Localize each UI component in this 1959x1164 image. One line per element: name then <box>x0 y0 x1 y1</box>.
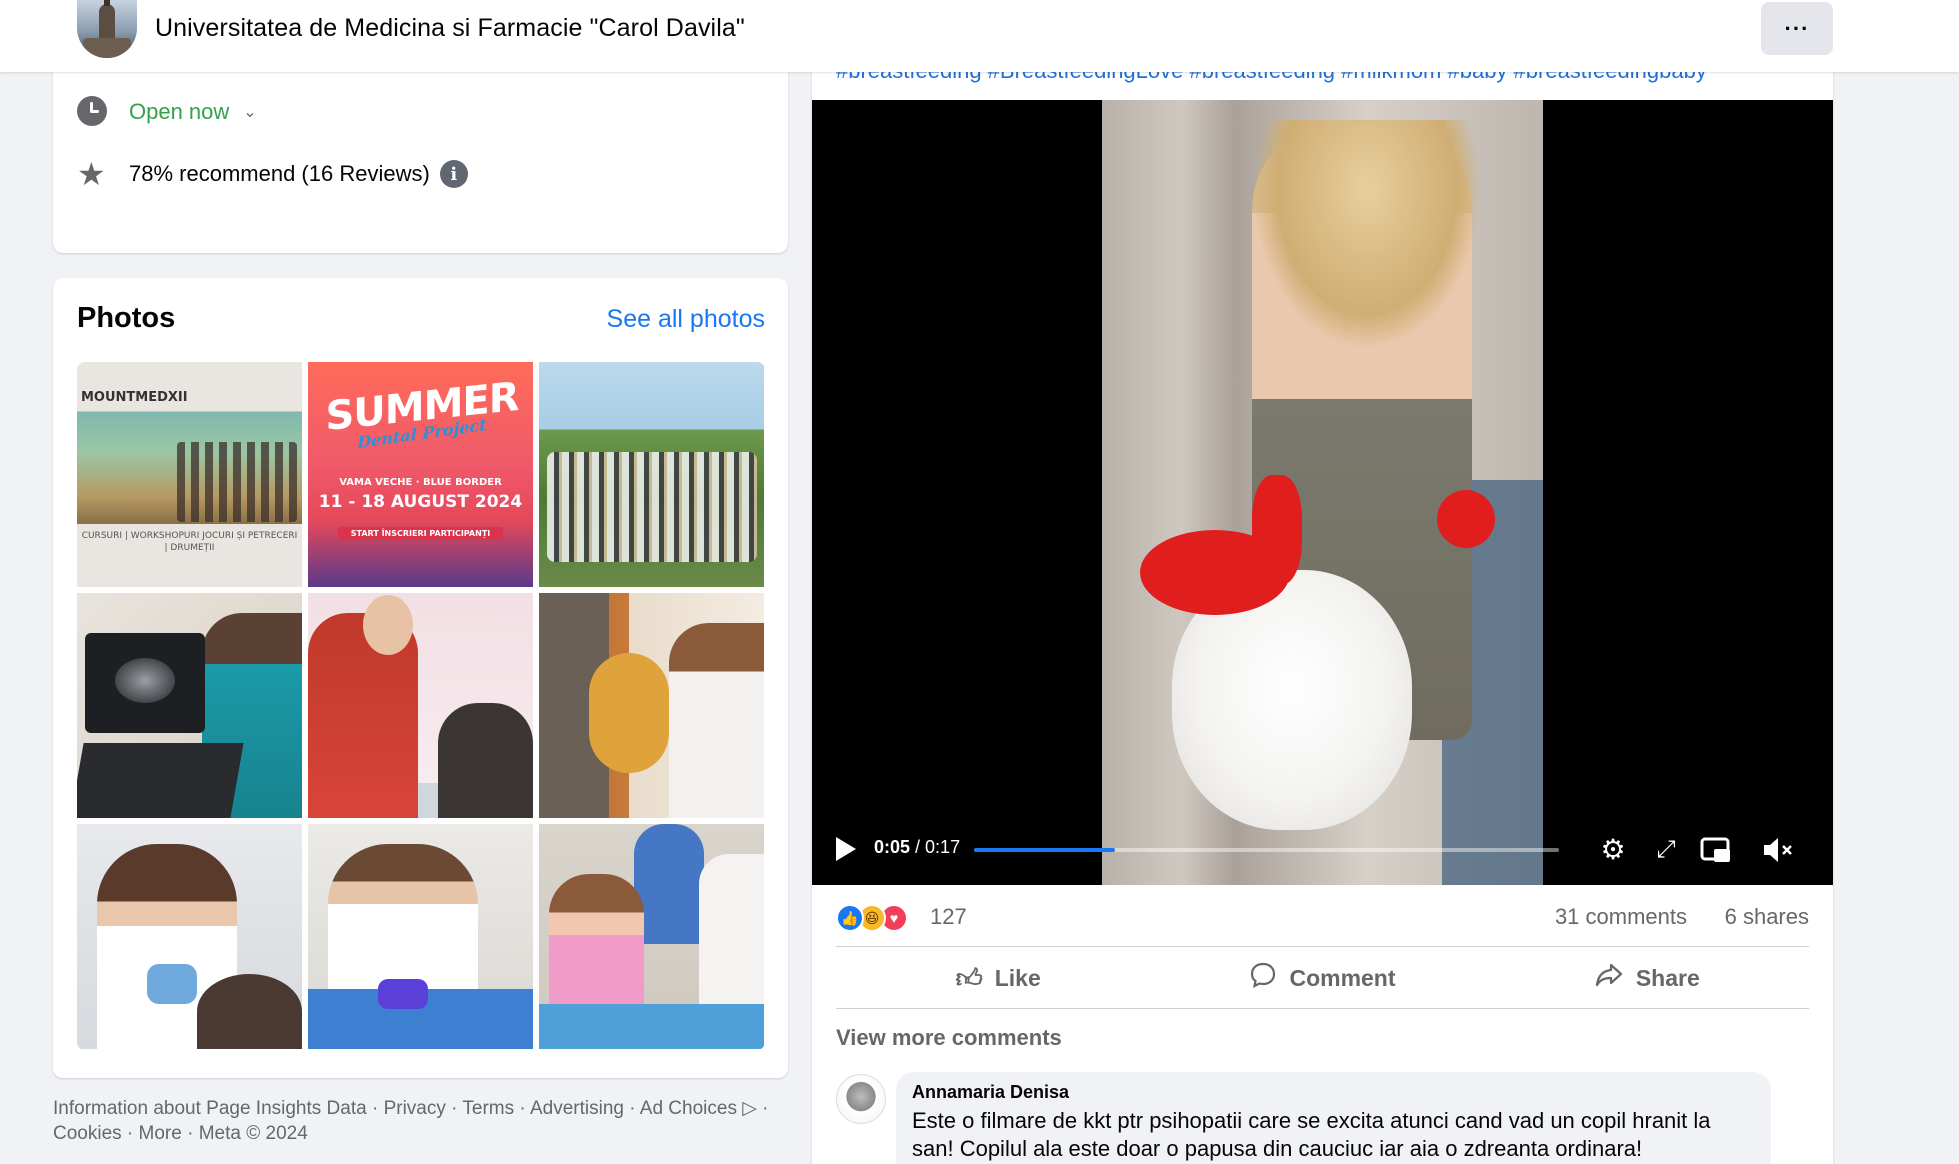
censor-mark <box>1252 475 1302 585</box>
chevron-down-icon[interactable]: ⌄ <box>243 102 256 122</box>
mountain-hike-photo[interactable]: MOUNTMEDXII CURSURI | WORKSHOPURI JOCURI… <box>77 362 302 587</box>
dental-exam-photo[interactable] <box>77 824 302 1049</box>
view-more-comments-link[interactable]: View more comments <box>836 1025 1062 1051</box>
top-bar: Universitatea de Medicina si Farmacie "C… <box>0 0 1959 72</box>
recommend-row: ★ 78% recommend (16 Reviews) i <box>77 158 468 190</box>
child-exam-photo[interactable] <box>539 593 764 818</box>
commenter-avatar[interactable] <box>836 1074 886 1124</box>
post-actions: 👍︎ Like Comment Share <box>836 948 1809 1008</box>
photos-heading: Photos <box>77 302 176 334</box>
hours-row[interactable]: Open now ⌄ <box>77 96 257 128</box>
video-time: 0:05 / 0:17 <box>874 837 961 857</box>
group-photo[interactable] <box>539 362 764 587</box>
reaction-count[interactable]: 127 <box>930 904 967 930</box>
comment-button[interactable]: Comment <box>1160 948 1484 1008</box>
shares-count[interactable]: 6 shares <box>1725 904 1809 930</box>
censor-mark <box>1437 490 1495 548</box>
ultrasound-photo[interactable] <box>77 593 302 818</box>
share-arrow-icon <box>1594 961 1624 996</box>
video-player[interactable]: 0:05 / 0:17 ⚙ ⤢ <box>812 100 1833 885</box>
summer-event-poster[interactable]: SUMMER Dental Project VAMA VECHE · BLUE … <box>308 362 533 587</box>
divider <box>836 1008 1809 1009</box>
video-progress-bar[interactable] <box>974 848 1559 852</box>
comment-item: Annamaria Denisa Este o filmare de kkt p… <box>836 1072 1809 1164</box>
like-button[interactable]: 👍︎ Like <box>836 948 1160 1008</box>
mute-icon[interactable] <box>1760 832 1796 868</box>
comments-count[interactable]: 31 comments <box>1555 904 1687 930</box>
comment-text: Este o filmare de kkt ptr psihopatii car… <box>912 1108 1711 1161</box>
blood-pressure-photo[interactable] <box>308 593 533 818</box>
page-avatar[interactable] <box>77 0 137 58</box>
recommend-text[interactable]: 78% recommend (16 Reviews) <box>129 161 430 187</box>
thumbs-up-icon: 👍︎ <box>955 962 983 993</box>
comment-author[interactable]: Annamaria Denisa <box>912 1082 1755 1103</box>
reaction-icons[interactable]: 👍 😆 ♥ <box>836 904 926 934</box>
video-frame[interactable] <box>1102 100 1543 885</box>
see-all-photos-link[interactable]: See all photos <box>607 305 765 334</box>
picture-in-picture-icon[interactable] <box>1698 832 1734 868</box>
settings-gear-icon[interactable]: ⚙ <box>1595 832 1631 868</box>
photos-card: Photos See all photos MOUNTMEDXII CURSUR… <box>53 278 788 1078</box>
divider <box>836 946 1809 947</box>
share-button[interactable]: Share <box>1485 948 1809 1008</box>
video-controls: 0:05 / 0:17 ⚙ ⤢ <box>812 825 1833 875</box>
photo-grid: MOUNTMEDXII CURSURI | WORKSHOPURI JOCURI… <box>77 362 765 1050</box>
like-reaction-icon: 👍 <box>836 904 864 932</box>
comment-bubble: Annamaria Denisa Este o filmare de kkt p… <box>896 1072 1771 1164</box>
clinic-table-photo[interactable] <box>308 824 533 1049</box>
open-status[interactable]: Open now <box>129 99 229 125</box>
comment-bubble-icon <box>1249 961 1277 996</box>
star-icon: ★ <box>77 156 106 192</box>
kids-activity-photo[interactable] <box>539 824 764 1049</box>
video-progress-fill <box>974 848 1115 852</box>
footer-links[interactable]: Information about Page Insights Data · P… <box>53 1096 788 1146</box>
more-options-button[interactable]: ··· <box>1761 2 1833 55</box>
page-title[interactable]: Universitatea de Medicina si Farmacie "C… <box>155 14 745 43</box>
fullscreen-icon[interactable]: ⤢ <box>1648 832 1684 868</box>
post-card: #breastfeeding #BreastfeedingLove #breas… <box>812 40 1833 1164</box>
clock-icon <box>77 96 107 126</box>
play-icon[interactable] <box>836 837 856 861</box>
reactions-row: 👍 😆 ♥ 127 31 comments 6 shares <box>836 900 1809 940</box>
info-icon[interactable]: i <box>439 160 468 188</box>
